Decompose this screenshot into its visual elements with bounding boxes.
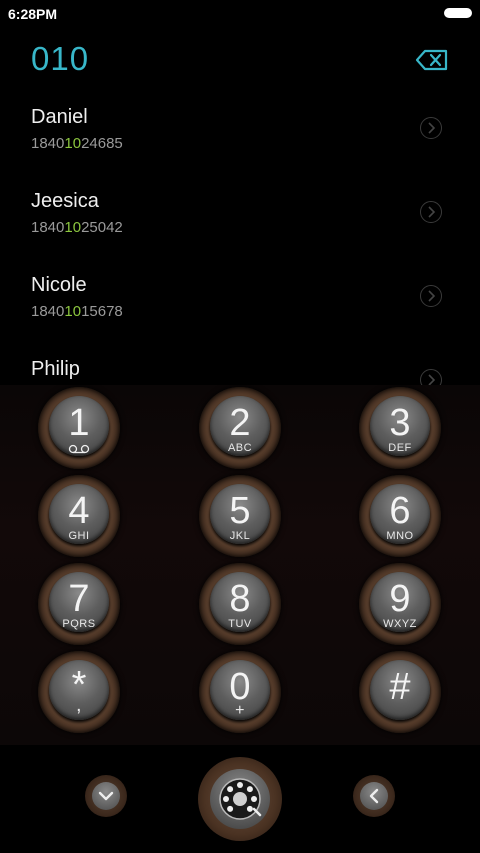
key-pound[interactable]: # — [359, 651, 441, 733]
chevron-right-icon — [428, 290, 436, 302]
call-button[interactable] — [198, 757, 282, 841]
key-6[interactable]: 6 MNO — [359, 475, 441, 557]
backspace-icon — [415, 49, 448, 71]
key-face: 2 ABC — [210, 396, 270, 456]
key-face: * , — [49, 660, 109, 720]
key-digit: 8 — [229, 578, 251, 620]
number-match: 10 — [64, 135, 82, 152]
contact-row[interactable]: Daniel 18401024685 — [0, 96, 480, 180]
key-letters: , — [75, 694, 83, 716]
bottom-bar — [0, 745, 480, 853]
number-part: 25042 — [81, 219, 123, 236]
key-face: 8 TUV — [210, 572, 270, 632]
key-0[interactable]: 0 + — [199, 651, 281, 733]
back-button[interactable] — [353, 775, 395, 817]
key-3[interactable]: 3 DEF — [359, 387, 441, 469]
key-letters: WXYZ — [383, 618, 417, 630]
key-7[interactable]: 7 PQRS — [38, 563, 120, 645]
key-letters: MNO — [386, 530, 414, 542]
button-face — [210, 769, 270, 829]
contact-detail-button[interactable] — [420, 285, 442, 307]
key-face: 3 DEF — [370, 396, 430, 456]
rotary-phone-icon — [219, 778, 262, 820]
contact-row[interactable]: Jeesica 18401025042 — [0, 180, 480, 264]
button-face — [360, 782, 388, 810]
key-face: 7 PQRS — [49, 572, 109, 632]
key-digit: 4 — [68, 490, 90, 532]
chevron-left-icon — [369, 788, 379, 804]
number-match: 10 — [64, 303, 82, 320]
contact-name: Daniel — [31, 106, 88, 128]
key-face: 6 MNO — [370, 484, 430, 544]
contact-number: 18401024685 — [31, 135, 123, 152]
dial-keypad: 1 2 ABC 3 DEF 4 GHI 5 JKL 6 MNO 7 PQRS 8… — [0, 385, 480, 745]
key-4[interactable]: 4 GHI — [38, 475, 120, 557]
key-digit: 2 — [229, 402, 251, 444]
key-star[interactable]: * , — [38, 651, 120, 733]
key-digit: 9 — [389, 578, 411, 620]
key-2[interactable]: 2 ABC — [199, 387, 281, 469]
number-part: 24685 — [81, 135, 123, 152]
backspace-button[interactable] — [414, 46, 450, 74]
status-bar: 6:28PM — [0, 0, 480, 28]
key-face: 0 + — [210, 660, 270, 720]
number-part: 1840 — [31, 219, 65, 236]
key-letters: GHI — [68, 530, 90, 542]
key-digit: 5 — [229, 490, 251, 532]
contact-row[interactable]: Nicole 18401015678 — [0, 264, 480, 348]
collapse-keypad-button[interactable] — [85, 775, 127, 817]
key-5[interactable]: 5 JKL — [199, 475, 281, 557]
key-8[interactable]: 8 TUV — [199, 563, 281, 645]
contact-name: Nicole — [31, 274, 87, 296]
key-digit: 6 — [389, 490, 411, 532]
key-9[interactable]: 9 WXYZ — [359, 563, 441, 645]
dialed-number: 010 — [31, 40, 90, 77]
battery-icon — [444, 8, 472, 18]
key-letters: TUV — [228, 618, 252, 630]
contact-detail-button[interactable] — [420, 201, 442, 223]
contact-number: 18401025042 — [31, 219, 123, 236]
key-letters: JKL — [229, 530, 251, 542]
status-time: 6:28PM — [8, 6, 58, 22]
key-letters: + — [235, 702, 245, 719]
key-digit: 1 — [68, 402, 90, 444]
key-1[interactable]: 1 — [38, 387, 120, 469]
contact-detail-button[interactable] — [420, 369, 442, 386]
number-match: 10 — [64, 219, 82, 236]
key-face: 9 WXYZ — [370, 572, 430, 632]
chevron-right-icon — [428, 206, 436, 218]
key-face: 5 JKL — [210, 484, 270, 544]
key-digit: 7 — [68, 578, 90, 620]
contact-row[interactable]: Philip — [0, 348, 480, 386]
key-face: # — [370, 660, 430, 720]
voicemail-icon — [68, 444, 90, 454]
button-face — [92, 782, 120, 810]
contact-number: 18401015678 — [31, 303, 123, 320]
contact-name: Philip — [31, 358, 80, 380]
number-part: 15678 — [81, 303, 123, 320]
search-results: Daniel 18401024685 Jeesica 18401025042 N… — [0, 96, 480, 386]
key-letters: DEF — [388, 442, 412, 454]
chevron-right-icon — [428, 122, 436, 134]
number-part: 1840 — [31, 303, 65, 320]
contact-detail-button[interactable] — [420, 117, 442, 139]
number-part: 1840 — [31, 135, 65, 152]
key-digit: 3 — [389, 402, 411, 444]
key-face: 1 — [49, 396, 109, 456]
contact-name: Jeesica — [31, 190, 99, 212]
chevron-down-icon — [98, 791, 114, 801]
key-letters: ABC — [227, 442, 253, 454]
key-face: 4 GHI — [49, 484, 109, 544]
key-digit: # — [389, 666, 411, 708]
key-letters: PQRS — [62, 618, 96, 630]
